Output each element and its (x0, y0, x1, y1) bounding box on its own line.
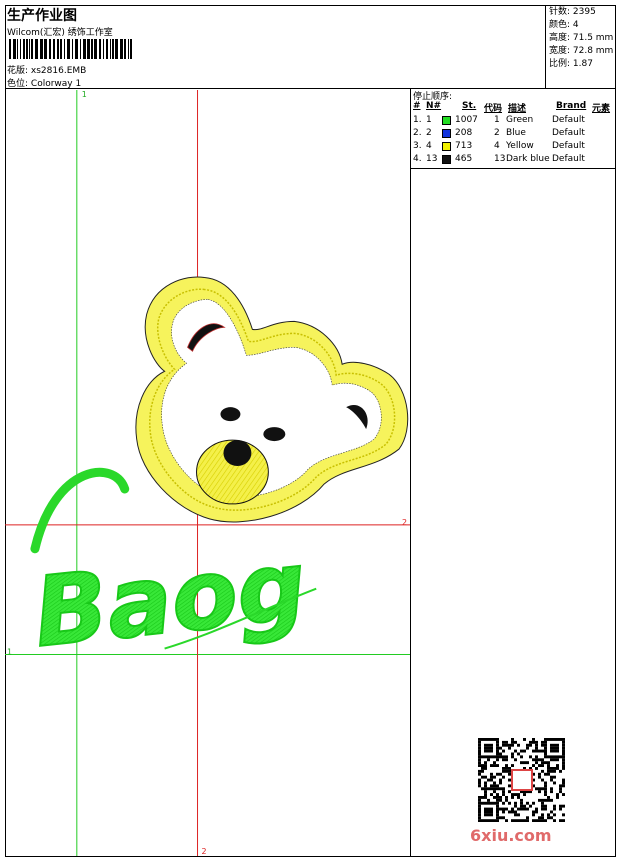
company-name: Wilcom(汇宏) 绣饰工作室 (7, 28, 113, 38)
stop-table-header: # N# St. 代码 描述 Brand 元素 (411, 101, 616, 114)
stitch-count: 465 (455, 154, 473, 164)
col-description: 描述 (508, 104, 527, 114)
design-info: 花版: xs2816.EMB (7, 63, 86, 76)
colorway-value: Colorway 1 (30, 79, 82, 89)
thread-brand: Default (552, 115, 585, 125)
bear-head-embroidery (135, 276, 409, 523)
color-swatch (442, 142, 451, 151)
col-element: 元素 (592, 104, 611, 114)
stitch-count: 713 (455, 141, 473, 151)
stop-number: 4. (413, 154, 422, 164)
stitch-count: 1007 (455, 115, 478, 125)
needle-number: 2 (426, 128, 432, 138)
stop-table-row: 3. 4 713 4 Yellow Default (411, 140, 616, 153)
stop-number: 2. (413, 128, 422, 138)
lettering-swash (30, 467, 130, 554)
guide-label-red-right: 2 (402, 518, 407, 527)
stop-number: 3. (413, 141, 422, 151)
col-needle: N# (426, 101, 442, 111)
color-swatch (442, 155, 451, 164)
color-swatch (442, 116, 451, 125)
stop-table-row: 2. 2 208 2 Blue Default (411, 127, 616, 140)
bear-eye-left (220, 407, 241, 422)
stop-sequence-table: 停止顺序: # N# St. 代码 描述 Brand 元素 1. 1 1007 1 Gr… (411, 89, 616, 169)
stop-table-row: 4. 13 465 13 Dark blue Default (411, 153, 616, 166)
color-code: 4 (494, 141, 500, 151)
sheet-header: 生产作业图 Wilcom(汇宏) 绣饰工作室 花版: xs2816.EMB 色位… (5, 5, 616, 89)
color-description: Dark blue (506, 154, 550, 164)
thread-brand: Default (552, 154, 585, 164)
bear-eye-right (263, 427, 286, 442)
needle-number: 1 (426, 115, 432, 125)
color-description: Blue (506, 128, 526, 138)
design-label: 花版: (7, 66, 29, 76)
thread-brand: Default (552, 128, 585, 138)
barcode (9, 39, 132, 59)
needle-number: 13 (426, 154, 438, 164)
stitch-count: 208 (455, 128, 473, 138)
design-canvas: 1 1 2 2 Baog (5, 89, 411, 857)
needle-number: 4 (426, 141, 432, 151)
guide-label-green-left: 1 (7, 648, 12, 657)
stat-stitches: 针数: 2395 (549, 7, 596, 17)
col-brand: Brand (556, 101, 587, 111)
colorway-label: 色位: (7, 79, 29, 89)
thread-brand: Default (552, 141, 585, 151)
color-code: 1 (494, 115, 500, 125)
watermark-logo: 6xiu.com (470, 826, 552, 845)
stat-colors: 颜色: 4 (549, 20, 579, 30)
stop-number: 1. (413, 115, 422, 125)
qr-code (478, 738, 565, 822)
stats-panel: 针数: 2395 颜色: 4 高度: 71.5 mm 宽度: 72.8 mm 比… (545, 5, 616, 89)
qr-logo (511, 769, 533, 791)
bear-nose (223, 440, 252, 467)
color-description: Green (506, 115, 534, 125)
color-code: 13 (494, 154, 506, 164)
stat-width: 宽度: 72.8 mm (549, 46, 614, 56)
col-number: # (413, 101, 421, 111)
color-code: 2 (494, 128, 500, 138)
colorway-info: 色位: Colorway 1 (7, 76, 81, 89)
stop-table-row: 1. 1 1007 1 Green Default (411, 114, 616, 127)
color-swatch (442, 129, 451, 138)
stat-height: 高度: 71.5 mm (549, 33, 614, 43)
guide-label-red-bottom: 2 (202, 847, 207, 856)
col-stitches: St. (462, 101, 477, 111)
col-code: 代码 (484, 104, 503, 114)
page-title: 生产作业图 (7, 8, 77, 24)
color-description: Yellow (506, 141, 534, 151)
design-value: xs2816.EMB (30, 66, 87, 76)
stat-ratio: 比例: 1.87 (549, 59, 593, 69)
guide-label-green-top: 1 (82, 90, 87, 99)
